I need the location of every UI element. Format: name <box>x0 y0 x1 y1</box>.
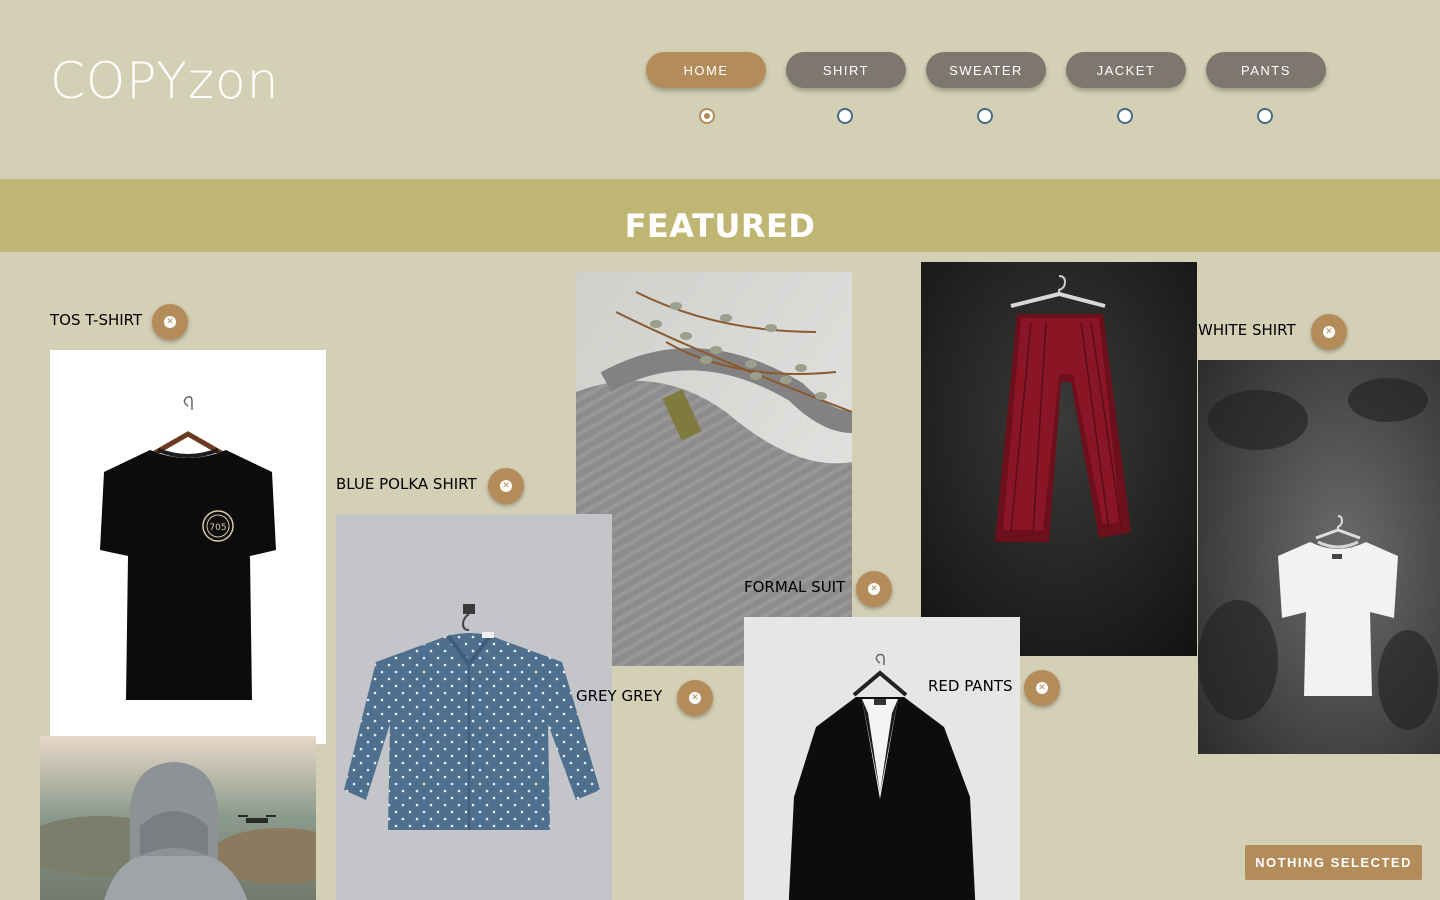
close-circle-icon: ✕ <box>1036 682 1048 694</box>
white-tshirt-image <box>1198 360 1440 754</box>
svg-text:705: 705 <box>209 523 226 533</box>
product-label-blue-polka-shirt: BLUE POLKA SHIRT <box>336 475 477 493</box>
remove-red-pants-button[interactable]: ✕ <box>1024 670 1060 706</box>
nav-sweater-radio[interactable] <box>977 108 993 124</box>
nav-jacket-button[interactable]: JACKET <box>1066 52 1186 88</box>
nav-home-radio[interactable] <box>699 108 715 124</box>
selection-status-badge: NOTHING SELECTED <box>1245 845 1422 880</box>
close-circle-icon: ✕ <box>500 480 512 492</box>
close-circle-icon: ✕ <box>164 316 176 328</box>
remove-white-shirt-button[interactable]: ✕ <box>1311 314 1347 350</box>
red-pants-image <box>921 262 1197 656</box>
remove-blue-polka-shirt-button[interactable]: ✕ <box>488 468 524 504</box>
nav-sweater-button[interactable]: SWEATER <box>926 52 1046 88</box>
product-image-white-shirt[interactable] <box>1198 360 1440 754</box>
close-circle-icon: ✕ <box>868 583 880 595</box>
nav-home-button[interactable]: HOME <box>646 52 766 88</box>
page: COPYzon HOME SHIRT SWEATER JACKET PANTS … <box>0 0 1440 900</box>
product-label-tos-tshirt: TOS T-SHIRT <box>50 311 143 329</box>
product-image-red-pants[interactable] <box>921 262 1197 656</box>
product-image-formal-suit[interactable] <box>744 617 1020 900</box>
black-tshirt-image: 705 <box>50 350 326 744</box>
nav-shirt-radio[interactable] <box>837 108 853 124</box>
grey-hoodie-image <box>40 736 316 900</box>
nav-pants-button[interactable]: PANTS <box>1206 52 1326 88</box>
featured-title: FEATURED <box>624 207 816 245</box>
logo[interactable]: COPYzon <box>50 52 279 110</box>
product-label-red-pants: RED PANTS <box>928 677 1013 695</box>
close-circle-icon: ✕ <box>689 692 701 704</box>
close-circle-icon: ✕ <box>1323 326 1335 338</box>
black-suit-image <box>744 617 1020 900</box>
product-image-blue-polka-shirt[interactable] <box>336 514 612 900</box>
blue-polka-shirt-image <box>336 514 612 900</box>
nav-pants-radio[interactable] <box>1257 108 1273 124</box>
nav-shirt-button[interactable]: SHIRT <box>786 52 906 88</box>
nav-jacket-radio[interactable] <box>1117 108 1133 124</box>
product-label-formal-suit: FORMAL SUIT <box>744 578 846 596</box>
remove-tos-tshirt-button[interactable]: ✕ <box>152 304 188 340</box>
product-image-grey-grey[interactable] <box>576 272 852 666</box>
product-label-grey-grey: GREY GREY <box>576 687 663 705</box>
product-image-tos-tshirt[interactable]: 705 <box>50 350 326 744</box>
grey-sweater-image <box>576 272 852 666</box>
remove-grey-grey-button[interactable]: ✕ <box>677 680 713 716</box>
product-label-white-shirt: WHITE SHIRT <box>1198 321 1296 339</box>
remove-formal-suit-button[interactable]: ✕ <box>856 571 892 607</box>
product-image-hoodie[interactable] <box>40 736 316 900</box>
